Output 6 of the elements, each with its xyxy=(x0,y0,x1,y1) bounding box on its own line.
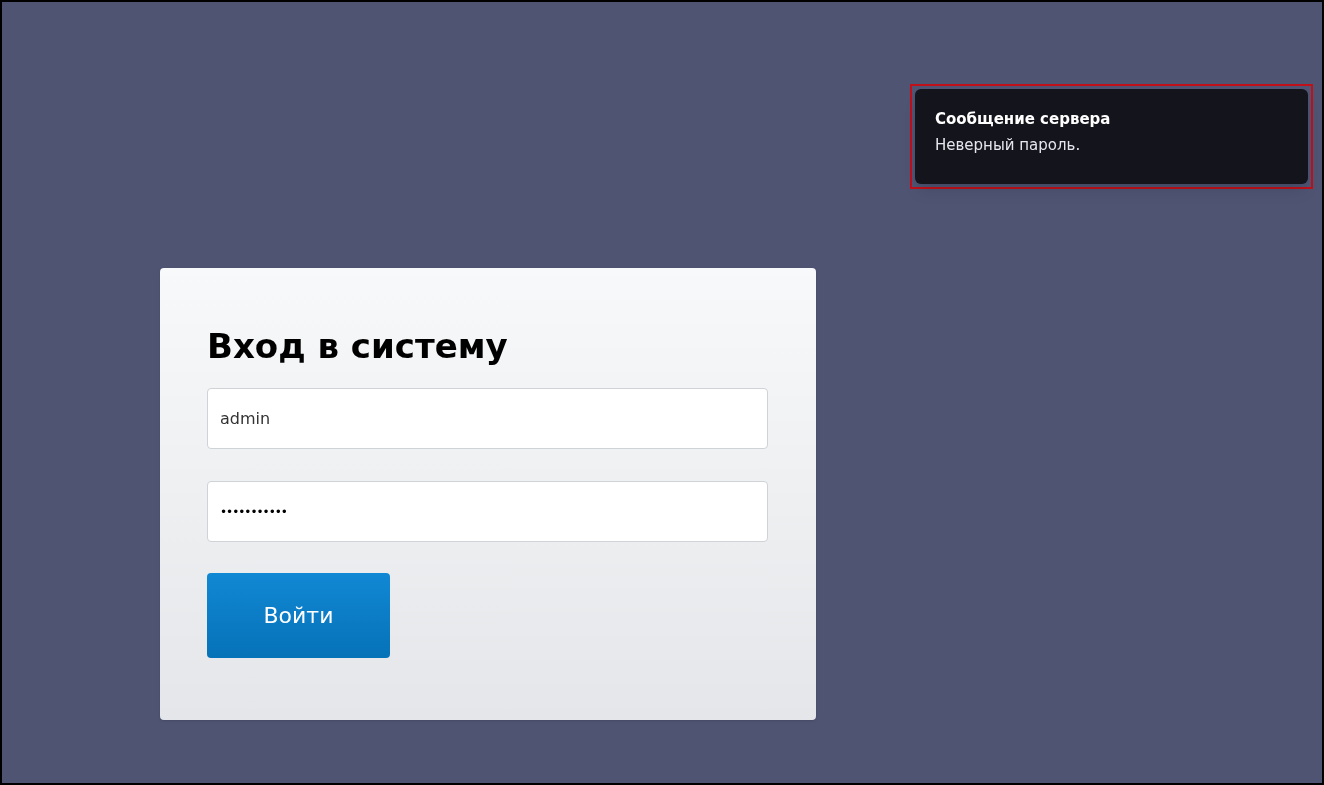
login-button[interactable]: Войти xyxy=(207,573,390,658)
notification-message: Неверный пароль. xyxy=(935,135,1082,156)
login-title: Вход в систему xyxy=(207,325,508,368)
username-field[interactable]: admin xyxy=(207,388,768,449)
password-field[interactable]: ••••••••••• xyxy=(207,481,768,542)
notification-title: Сообщение сервера xyxy=(935,109,1112,130)
